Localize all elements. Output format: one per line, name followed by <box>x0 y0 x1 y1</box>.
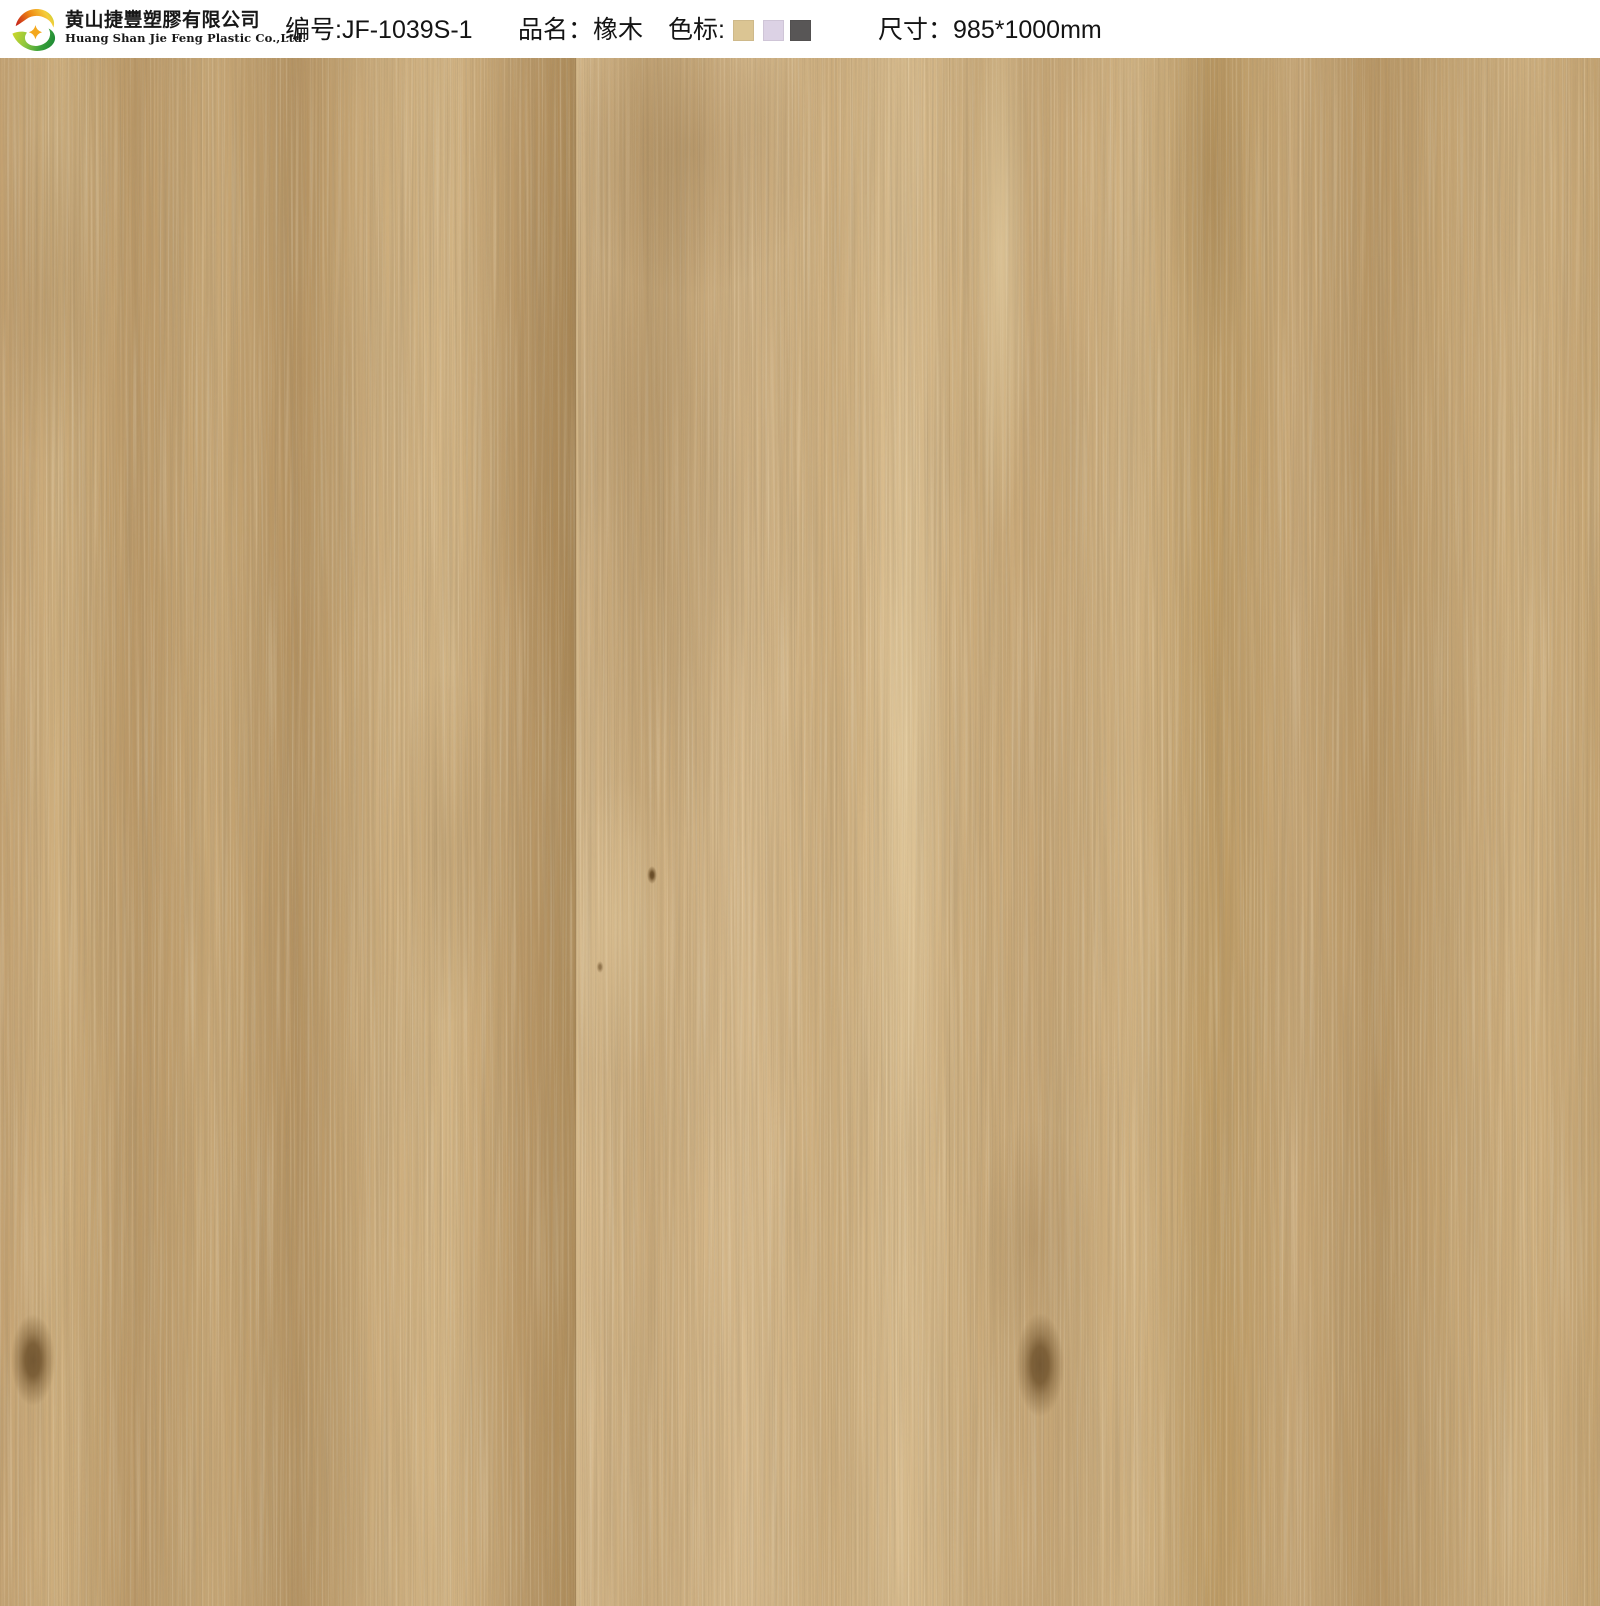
product-name-value: 橡木 <box>593 16 643 44</box>
product-code-field: 编号:JF-1039S-1 <box>285 16 473 44</box>
brand: 黄山捷豐塑膠有限公司 Huang Shan Jie Feng Plastic C… <box>11 3 306 52</box>
color-standard-field: 色标: <box>668 16 811 44</box>
wood-sample-image <box>0 58 1600 1606</box>
product-size-value: 985*1000mm <box>953 16 1102 44</box>
product-size-field: 尺寸：985*1000mm <box>878 16 1102 44</box>
product-code-value: JF-1039S-1 <box>342 16 473 44</box>
company-name-zh: 黄山捷豐塑膠有限公司 <box>65 11 306 30</box>
product-code-label: 编号: <box>285 16 342 44</box>
company-logo-icon <box>11 3 58 52</box>
product-name-label: 品名： <box>518 16 593 44</box>
product-name-field: 品名：橡木 <box>518 16 643 44</box>
product-size-label: 尺寸： <box>878 16 953 44</box>
company-name-en: Huang Shan Jie Feng Plastic Co.,Ltd. <box>65 33 306 45</box>
color-standard-label: 色标: <box>668 16 725 44</box>
color-swatch-tan <box>733 20 754 41</box>
color-swatch-darkgray <box>790 20 811 41</box>
color-swatch-lavender <box>763 20 784 41</box>
header-bar: 黄山捷豐塑膠有限公司 Huang Shan Jie Feng Plastic C… <box>0 0 1600 58</box>
company-name: 黄山捷豐塑膠有限公司 Huang Shan Jie Feng Plastic C… <box>65 11 306 45</box>
